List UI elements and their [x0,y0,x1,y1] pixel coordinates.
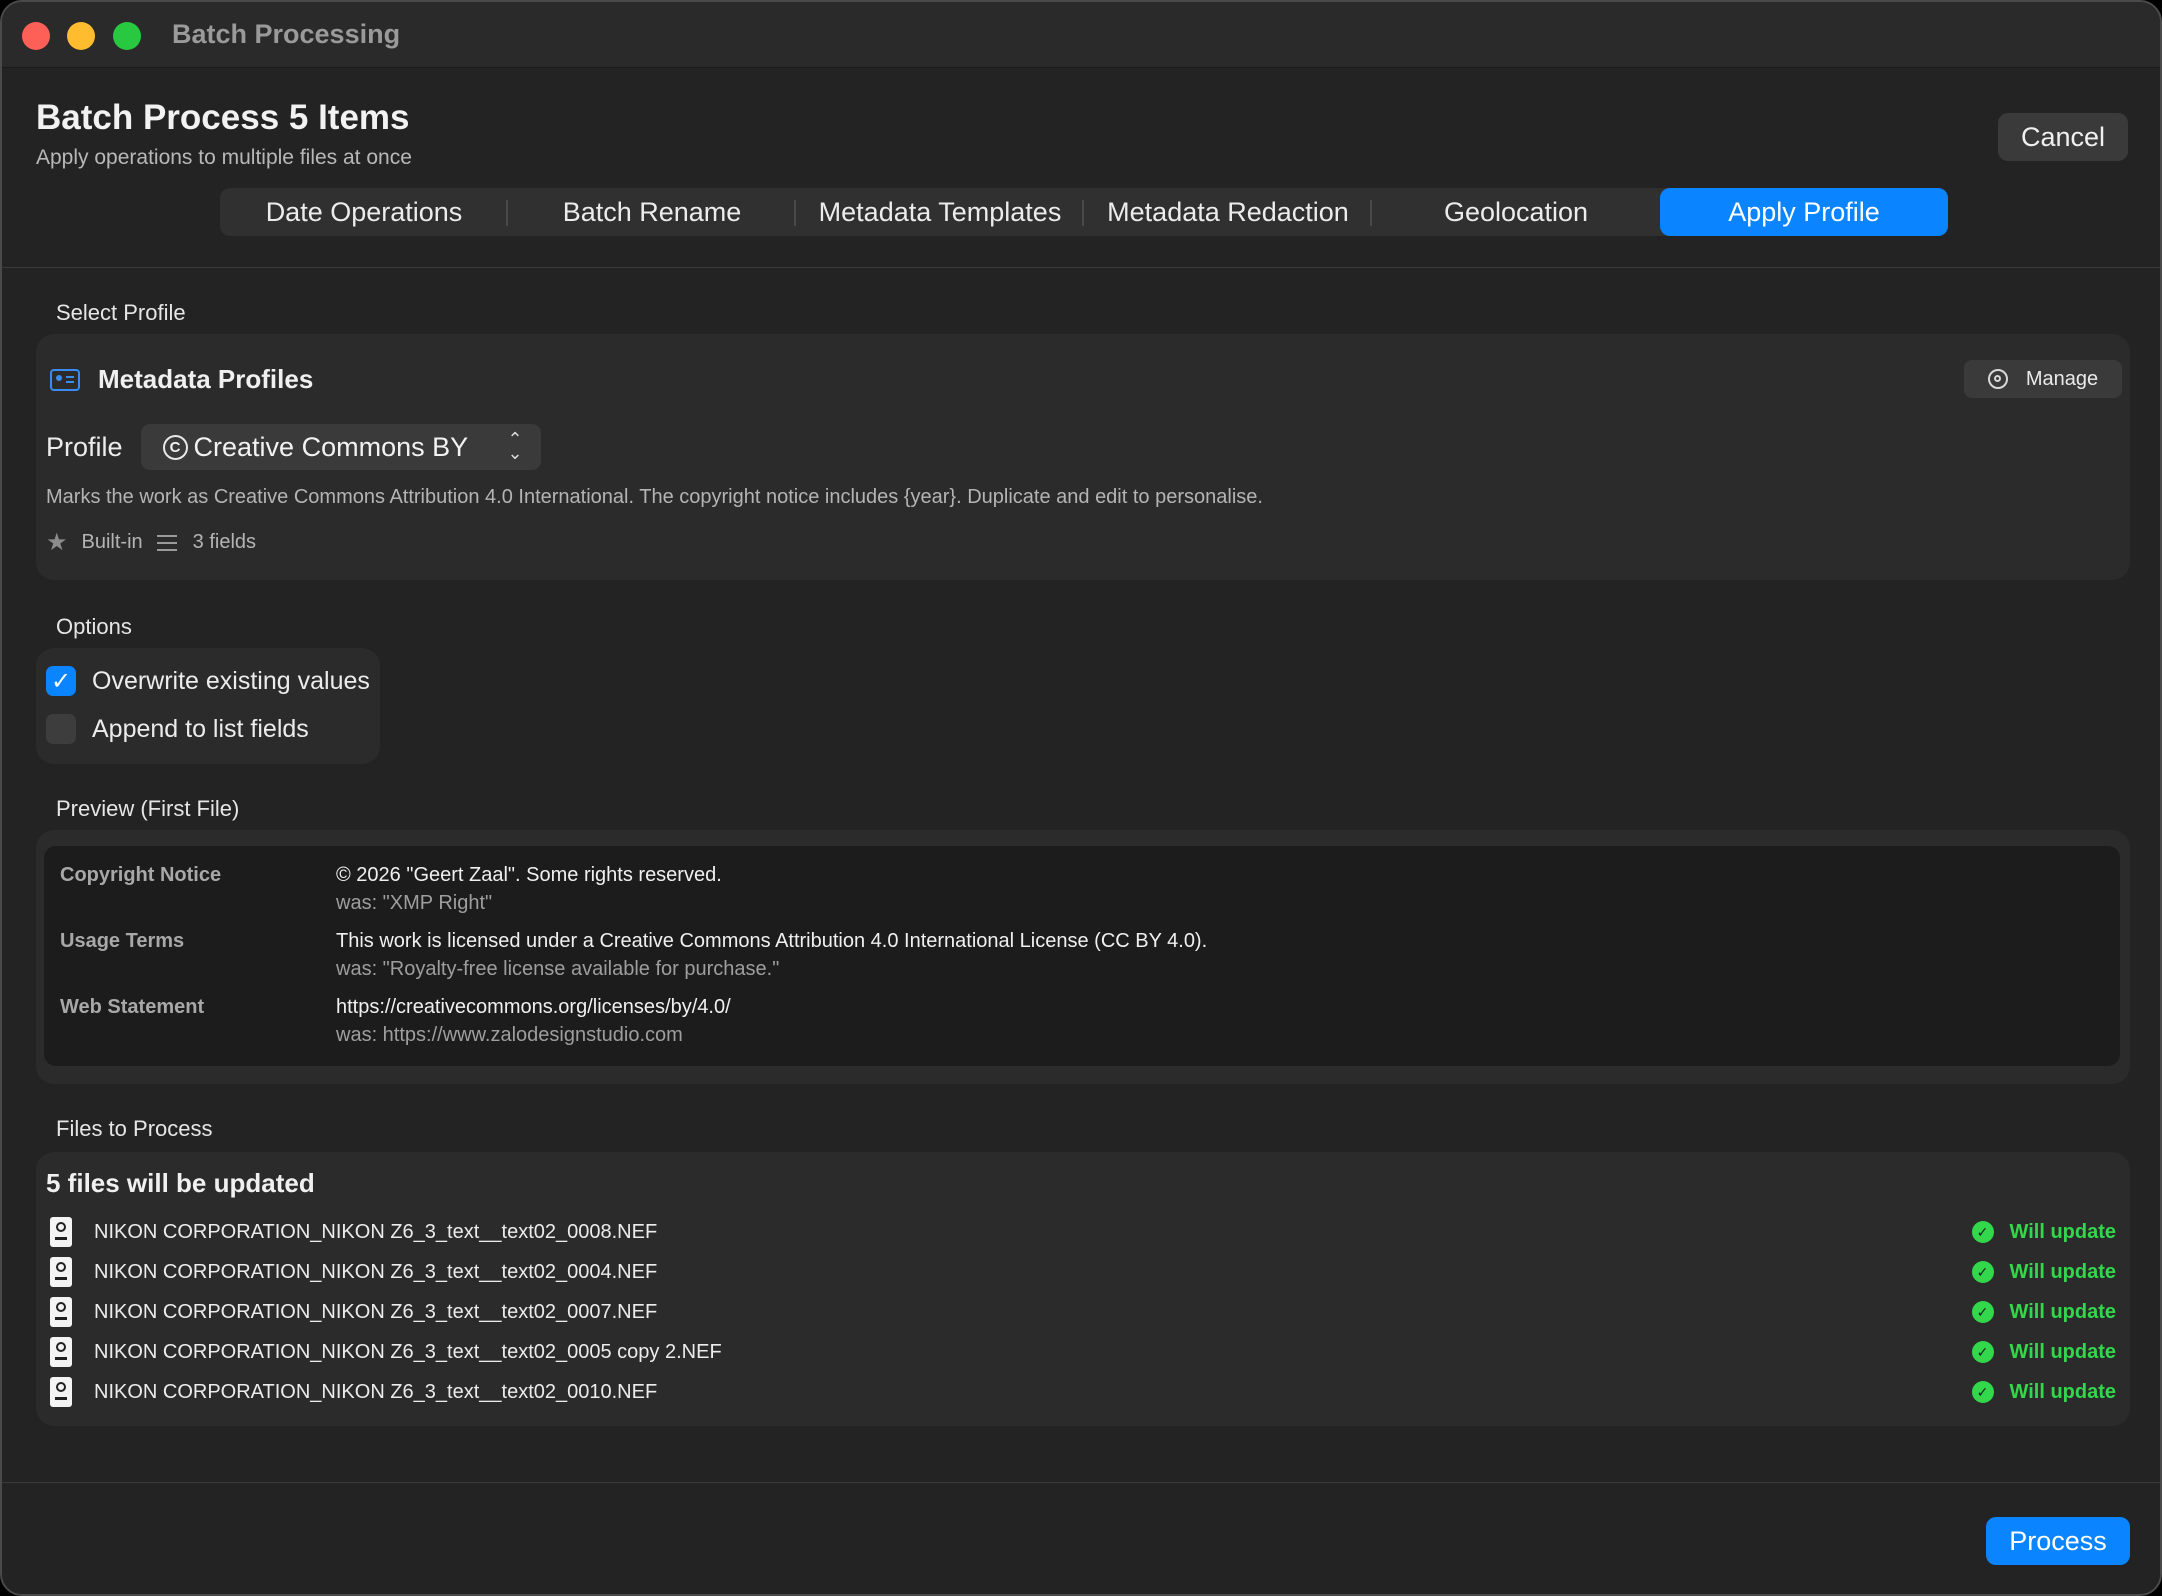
preview-heading: Preview (First File) [56,796,240,821]
builtin-badge: Built-in [81,531,143,553]
file-name: NIKON CORPORATION_NIKON Z6_3_text__text0… [94,1260,658,1283]
tab-metadata-templates[interactable]: Metadata Templates [796,188,1084,236]
tab-label: Apply Profile [1728,196,1880,227]
options-card: ✓ Overwrite existing values Append to li… [36,648,380,764]
dialog-footer: Process [2,1482,2160,1594]
status-label: Will update [2009,1220,2116,1243]
tab-batch-rename[interactable]: Batch Rename [508,188,796,236]
status-label: Will update [2009,1260,2116,1283]
contact-card-icon [50,368,80,391]
file-status: ✓ Will update [1971,1340,2116,1364]
profile-description: Marks the work as Creative Commons Attri… [46,486,1263,508]
file-row: NIKON CORPORATION_NIKON Z6_3_text__text0… [50,1374,2116,1410]
checkmark-circle-icon: ✓ [1971,1301,1994,1323]
selected-profile: Creative Commons BY [193,431,469,462]
file-status: ✓ Will update [1971,1260,2116,1284]
fields-count: 3 fields [192,531,257,553]
preview-card: Copyright Notice © 2026 "Geert Zaal". So… [36,830,2130,1084]
window-title: Batch Processing [172,19,401,49]
cancel-button[interactable]: Cancel [1998,113,2128,161]
checkmark-circle-icon: ✓ [1971,1221,1994,1243]
tab-metadata-redaction[interactable]: Metadata Redaction [1084,188,1372,236]
raw-file-icon [50,1297,72,1327]
manage-label: Manage [2025,367,2099,390]
raw-file-icon [50,1217,72,1247]
status-label: Will update [2009,1340,2116,1363]
file-name: NIKON CORPORATION_NIKON Z6_3_text__text0… [94,1220,658,1243]
file-name: NIKON CORPORATION_NIKON Z6_3_text__text0… [94,1340,722,1363]
overwrite-checkbox[interactable]: ✓ [46,666,76,696]
tab-label: Date Operations [265,196,463,227]
preview-old-value: was: https://www.zalodesignstudio.com [336,1024,683,1046]
operation-tabs: Date Operations Batch Rename Metadata Te… [220,188,1948,236]
checkmark-circle-icon: ✓ [1971,1381,1994,1403]
tab-geolocation[interactable]: Geolocation [1372,188,1660,236]
minimize-window-button[interactable] [67,22,95,50]
dialog-header: Batch Process 5 Items Apply operations t… [2,68,2160,268]
file-name: NIKON CORPORATION_NIKON Z6_3_text__text0… [94,1300,658,1323]
preview-field-label: Usage Terms [60,930,185,952]
overwrite-option[interactable]: ✓ Overwrite existing values [46,666,370,696]
file-status: ✓ Will update [1971,1300,2116,1324]
tab-date-operations[interactable]: Date Operations [220,188,508,236]
profiles-card-header: Metadata Profiles [50,364,313,395]
title-bar: Batch Processing [2,2,2160,68]
files-heading: Files to Process [56,1116,213,1141]
star-icon: ★ [46,529,68,556]
copyright-icon: C [162,434,188,460]
metadata-profiles-card: Metadata Profiles Manage Profile C Creat… [36,334,2130,580]
list-icon [156,534,177,551]
file-row: NIKON CORPORATION_NIKON Z6_3_text__text0… [50,1254,2116,1290]
gear-icon [1987,369,2008,389]
file-row: NIKON CORPORATION_NIKON Z6_3_text__text0… [50,1214,2116,1250]
preview-field-label: Web Statement [60,996,205,1018]
tab-label: Metadata Redaction [1107,196,1349,227]
tab-label: Batch Rename [562,196,742,227]
file-row: NIKON CORPORATION_NIKON Z6_3_text__text0… [50,1294,2116,1330]
chevron-up-down-icon: ⌃ ⌄ [507,429,523,463]
append-label: Append to list fields [92,714,309,743]
status-label: Will update [2009,1380,2116,1403]
file-row: NIKON CORPORATION_NIKON Z6_3_text__text0… [50,1334,2116,1370]
file-status: ✓ Will update [1971,1220,2116,1244]
overwrite-label: Overwrite existing values [92,666,370,695]
preview-table: Copyright Notice © 2026 "Geert Zaal". So… [44,846,2120,1066]
raw-file-icon [50,1377,72,1407]
files-summary: 5 files will be updated [46,1168,315,1198]
append-option[interactable]: Append to list fields [46,714,309,744]
batch-processing-window: Batch Processing Batch Process 5 Items A… [0,0,2162,1596]
profile-label: Profile [46,431,123,462]
select-profile-heading: Select Profile [56,300,186,325]
profile-row: Profile C Creative Commons BY ⌃ ⌄ [46,424,541,470]
preview-field-label: Copyright Notice [60,864,222,886]
profile-meta: ★ Built-in 3 fields [46,528,256,557]
checkmark-circle-icon: ✓ [1971,1341,1994,1363]
preview-old-value: was: "XMP Right" [336,892,493,914]
checkmark-circle-icon: ✓ [1971,1261,1994,1283]
tab-apply-profile[interactable]: Apply Profile [1660,188,1948,236]
tab-label: Geolocation [1443,196,1589,227]
preview-new-value: https://creativecommons.org/licenses/by/… [336,996,731,1018]
files-card: 5 files will be updated NIKON CORPORATIO… [36,1152,2130,1426]
page-subtitle: Apply operations to multiple files at on… [36,146,412,169]
raw-file-icon [50,1257,72,1287]
profile-select[interactable]: C Creative Commons BY ⌃ ⌄ [140,424,541,470]
status-label: Will update [2009,1300,2116,1323]
profiles-card-title: Metadata Profiles [98,364,314,394]
file-name: NIKON CORPORATION_NIKON Z6_3_text__text0… [94,1380,658,1403]
preview-old-value: was: "Royalty-free license available for… [336,958,780,980]
process-button[interactable]: Process [1986,1517,2130,1565]
raw-file-icon [50,1337,72,1367]
zoom-window-button[interactable] [113,22,141,50]
tab-label: Metadata Templates [818,196,1062,227]
preview-new-value: This work is licensed under a Creative C… [336,930,1208,952]
file-status: ✓ Will update [1971,1380,2116,1404]
append-checkbox[interactable] [46,714,76,744]
manage-profiles-button[interactable]: Manage [1964,360,2122,398]
close-window-button[interactable] [22,22,50,50]
options-heading: Options [56,614,132,639]
preview-new-value: © 2026 "Geert Zaal". Some rights reserve… [336,864,722,886]
page-title: Batch Process 5 Items [36,98,410,137]
